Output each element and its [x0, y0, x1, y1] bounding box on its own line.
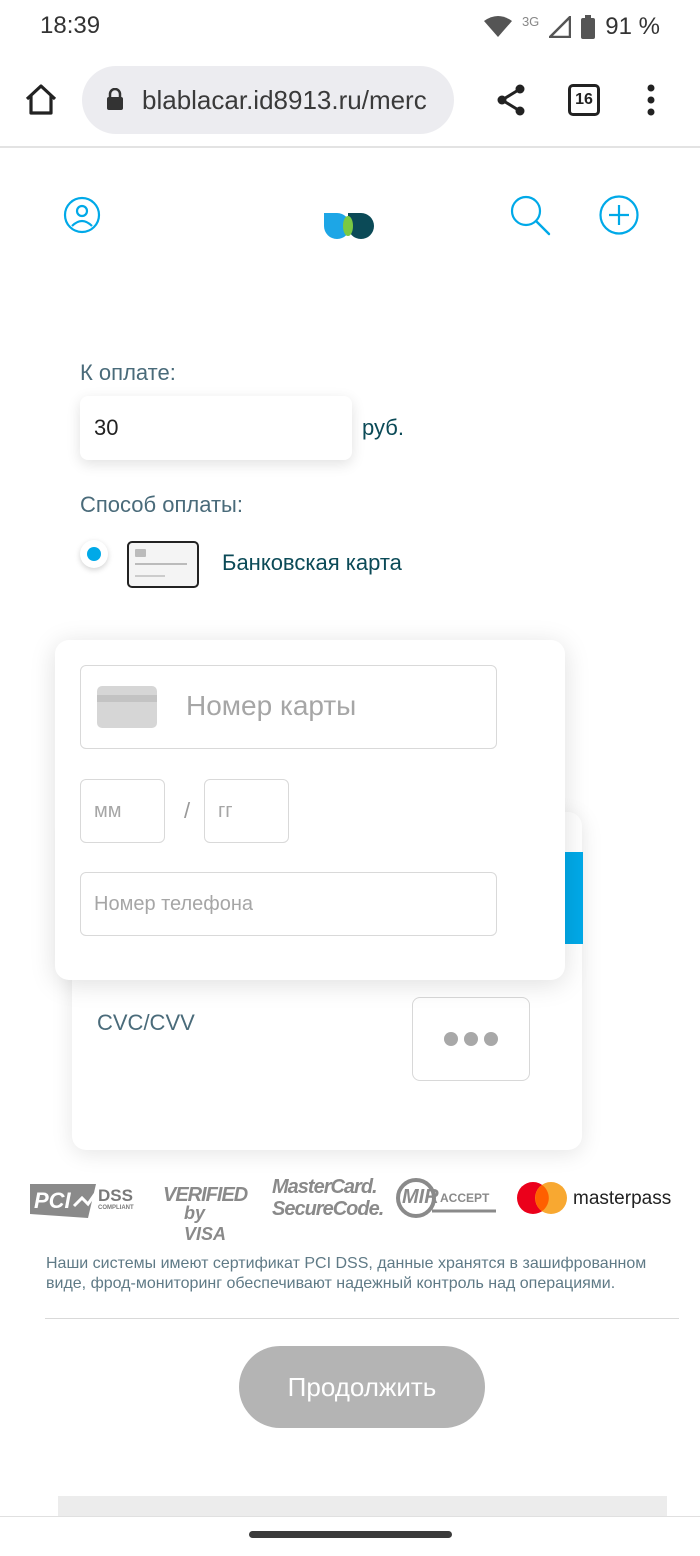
home-icon[interactable]	[24, 82, 58, 116]
bank-card-option-label[interactable]: Банковская карта	[222, 550, 402, 576]
status-bar: 18:39 3G 91 %	[0, 0, 700, 52]
mastercard-securecode-logo: MasterCard. SecureCode.	[272, 1174, 384, 1226]
expiry-year-input[interactable]: гг	[204, 779, 289, 843]
wifi-icon	[483, 16, 512, 37]
cvc-label: CVC/CVV	[97, 1010, 195, 1035]
payment-method-label: Способ оплаты:	[80, 492, 243, 517]
expiry-separator: /	[184, 798, 191, 823]
continue-button[interactable]: Продолжить	[239, 1346, 485, 1428]
cvc-dot	[484, 1032, 498, 1046]
year-placeholder: гг	[218, 800, 233, 822]
address-bar[interactable]: blablacar.id8913.ru/merc	[82, 66, 454, 134]
bank-card-icon	[127, 541, 199, 588]
phone-input[interactable]: Номер телефона	[80, 872, 497, 936]
pci-dss-logo: PCI DSS COMPLIANT	[30, 1178, 138, 1218]
phone-placeholder: Номер телефона	[94, 893, 254, 915]
mir-accept-logo: MIR ACCEPT	[396, 1178, 498, 1218]
battery-percent: 91 %	[605, 13, 660, 40]
cvc-dot	[464, 1032, 478, 1046]
home-gesture-bar[interactable]	[249, 1531, 452, 1538]
divider	[45, 1318, 679, 1319]
share-icon[interactable]	[496, 84, 526, 116]
currency-label: руб.	[362, 415, 404, 440]
more-menu-icon[interactable]	[646, 84, 656, 116]
lock-icon	[107, 88, 123, 110]
expiry-month-input[interactable]: мм	[80, 779, 165, 843]
battery-icon	[581, 15, 596, 39]
by-visa-text: by VISA	[184, 1203, 227, 1244]
amount-label: К оплате:	[80, 360, 176, 385]
pci-text: PCI	[34, 1188, 71, 1213]
security-notice: Наши системы имеют сертификат PCI DSS, д…	[46, 1255, 647, 1292]
user-profile-icon[interactable]	[63, 196, 101, 234]
footer-strip	[58, 1496, 667, 1518]
status-time: 18:39	[40, 12, 101, 39]
card-icon	[97, 686, 157, 728]
cvc-dot	[444, 1032, 458, 1046]
add-ride-icon[interactable]	[598, 194, 640, 236]
card-number-placeholder: Номер карты	[186, 690, 357, 721]
mastercard-text: MasterCard.	[272, 1176, 378, 1198]
compliant-text: COMPLIANT	[98, 1205, 134, 1211]
mir-text: MIR	[402, 1186, 439, 1208]
search-icon[interactable]	[509, 194, 551, 236]
bank-card-radio[interactable]	[80, 540, 108, 568]
network-type: 3G	[521, 14, 540, 29]
securecode-text: SecureCode.	[272, 1198, 384, 1220]
status-icons: 3G 91 %	[483, 12, 660, 42]
card-magnetic-stripe	[565, 852, 583, 944]
verified-by-visa-logo: VERIFIED by VISA	[160, 1172, 250, 1244]
tabs-count-button[interactable]: 16	[568, 84, 600, 116]
masterpass-text: masterpass	[573, 1188, 672, 1209]
signal-icon	[549, 16, 572, 38]
amount-input[interactable]: 30	[80, 396, 352, 460]
url-text: blablacar.id8913.ru/merc	[142, 85, 427, 115]
site-header	[0, 150, 700, 280]
cvc-input[interactable]	[412, 997, 530, 1081]
security-logos: PCI DSS COMPLIANT VERIFIED by VISA Maste…	[0, 1170, 700, 1244]
month-placeholder: мм	[94, 800, 122, 822]
dss-text: DSS	[98, 1186, 133, 1205]
blablacar-logo-icon[interactable]	[320, 190, 380, 242]
accept-text: ACCEPT	[440, 1191, 490, 1205]
masterpass-logo: masterpass	[516, 1180, 692, 1216]
browser-toolbar: blablacar.id8913.ru/merc 16	[0, 52, 700, 148]
